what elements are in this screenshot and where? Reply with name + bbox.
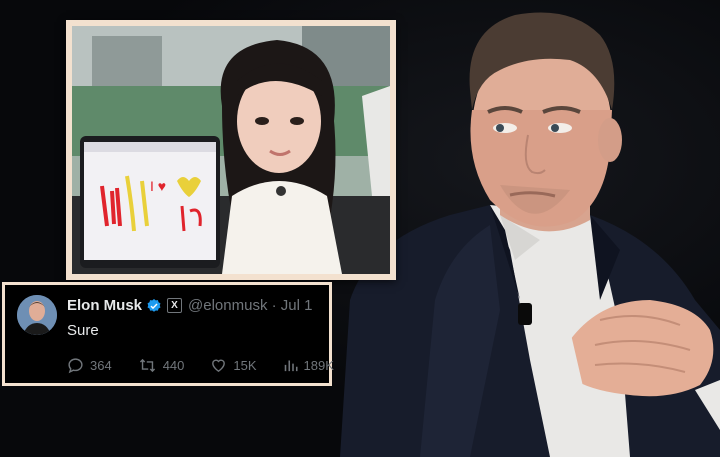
like-count: 15K bbox=[233, 358, 257, 373]
girl-photo: I ♥ bbox=[72, 26, 390, 274]
composite-image: I ♥ Elon Musk X @elonmusk · Jul 1 Sure 3… bbox=[0, 0, 720, 457]
heart-icon bbox=[212, 359, 226, 373]
author-name[interactable]: Elon Musk bbox=[67, 297, 142, 314]
avatar[interactable] bbox=[17, 295, 57, 335]
like-button[interactable]: 15K bbox=[210, 357, 257, 374]
reply-button[interactable]: 364 bbox=[67, 357, 112, 374]
views-chart-icon bbox=[284, 360, 298, 372]
repost-button[interactable]: 440 bbox=[138, 357, 185, 374]
repost-count: 440 bbox=[162, 358, 185, 373]
verified-badge-icon bbox=[147, 298, 161, 312]
view-count: 189K bbox=[303, 358, 334, 373]
girl-photo-frame: I ♥ bbox=[66, 20, 396, 280]
screen-doodle-text: I ♥ bbox=[150, 178, 166, 194]
tweet-text: Sure bbox=[67, 322, 99, 339]
reply-icon bbox=[68, 358, 83, 374]
reply-count: 364 bbox=[90, 358, 112, 373]
tweet-card: Elon Musk X @elonmusk · Jul 1 Sure 364 4… bbox=[2, 282, 334, 386]
tweet-header: Elon Musk X @elonmusk · Jul 1 bbox=[67, 297, 312, 314]
x-affiliate-badge-icon: X bbox=[167, 298, 183, 313]
views-button[interactable]: 189K bbox=[283, 358, 334, 373]
avatar-portrait-icon bbox=[17, 295, 57, 335]
handle-and-date[interactable]: @elonmusk · Jul 1 bbox=[188, 297, 312, 314]
repost-icon bbox=[139, 358, 155, 373]
tweet-actions: 364 440 15K 189K bbox=[67, 357, 360, 374]
girl-photo-illustration: I ♥ bbox=[72, 26, 390, 274]
